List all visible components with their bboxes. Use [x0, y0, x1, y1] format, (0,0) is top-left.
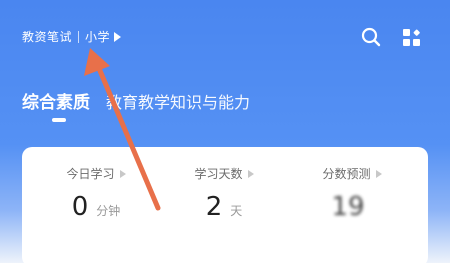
tab-teaching-knowledge[interactable]: 教育教学知识与能力 [106, 89, 250, 113]
subject-tabs: 综合素质 教育教学知识与能力 [22, 88, 250, 113]
search-icon[interactable] [361, 27, 381, 47]
stat-value: 0 分钟 [36, 192, 156, 222]
stat-label-text: 今日学习 [66, 167, 115, 181]
exam-level[interactable]: 小学 [85, 28, 110, 45]
stat-study-days[interactable]: 学习天数 2 天 [164, 163, 284, 222]
grid-icon[interactable] [403, 29, 421, 47]
active-tab-indicator [52, 118, 66, 122]
stat-value: 19 [292, 192, 412, 222]
top-bar: 教资笔试 小学 [0, 0, 450, 76]
tab-general-quality[interactable]: 综合素质 [22, 88, 90, 113]
exam-category[interactable]: 教资笔试 [22, 28, 72, 45]
divider [78, 30, 80, 43]
stat-label-text: 学习天数 [194, 167, 243, 181]
caret-right-icon [247, 169, 254, 178]
stat-unit: 天 [230, 204, 243, 218]
stat-number: 19 [331, 192, 365, 222]
caret-right-icon [375, 169, 382, 178]
stat-label: 今日学习 [66, 165, 126, 182]
stat-number: 2 [205, 192, 223, 222]
stat-number: 0 [71, 192, 89, 222]
caret-right-icon [119, 169, 126, 178]
exam-selector[interactable]: 教资笔试 小学 [22, 28, 122, 45]
stat-unit: 分钟 [96, 204, 121, 218]
stat-score-prediction[interactable]: 分数预测 19 [292, 163, 412, 222]
caret-right-icon[interactable] [114, 31, 122, 42]
stat-today-study[interactable]: 今日学习 0 分钟 [36, 163, 156, 222]
stat-label: 学习天数 [194, 165, 254, 182]
stats-card: 今日学习 0 分钟 学习天数 2 天 分数预测 19 [22, 147, 428, 263]
stat-label-text: 分数预测 [322, 167, 371, 181]
stat-value: 2 天 [164, 192, 284, 222]
stat-label: 分数预测 [322, 165, 382, 182]
